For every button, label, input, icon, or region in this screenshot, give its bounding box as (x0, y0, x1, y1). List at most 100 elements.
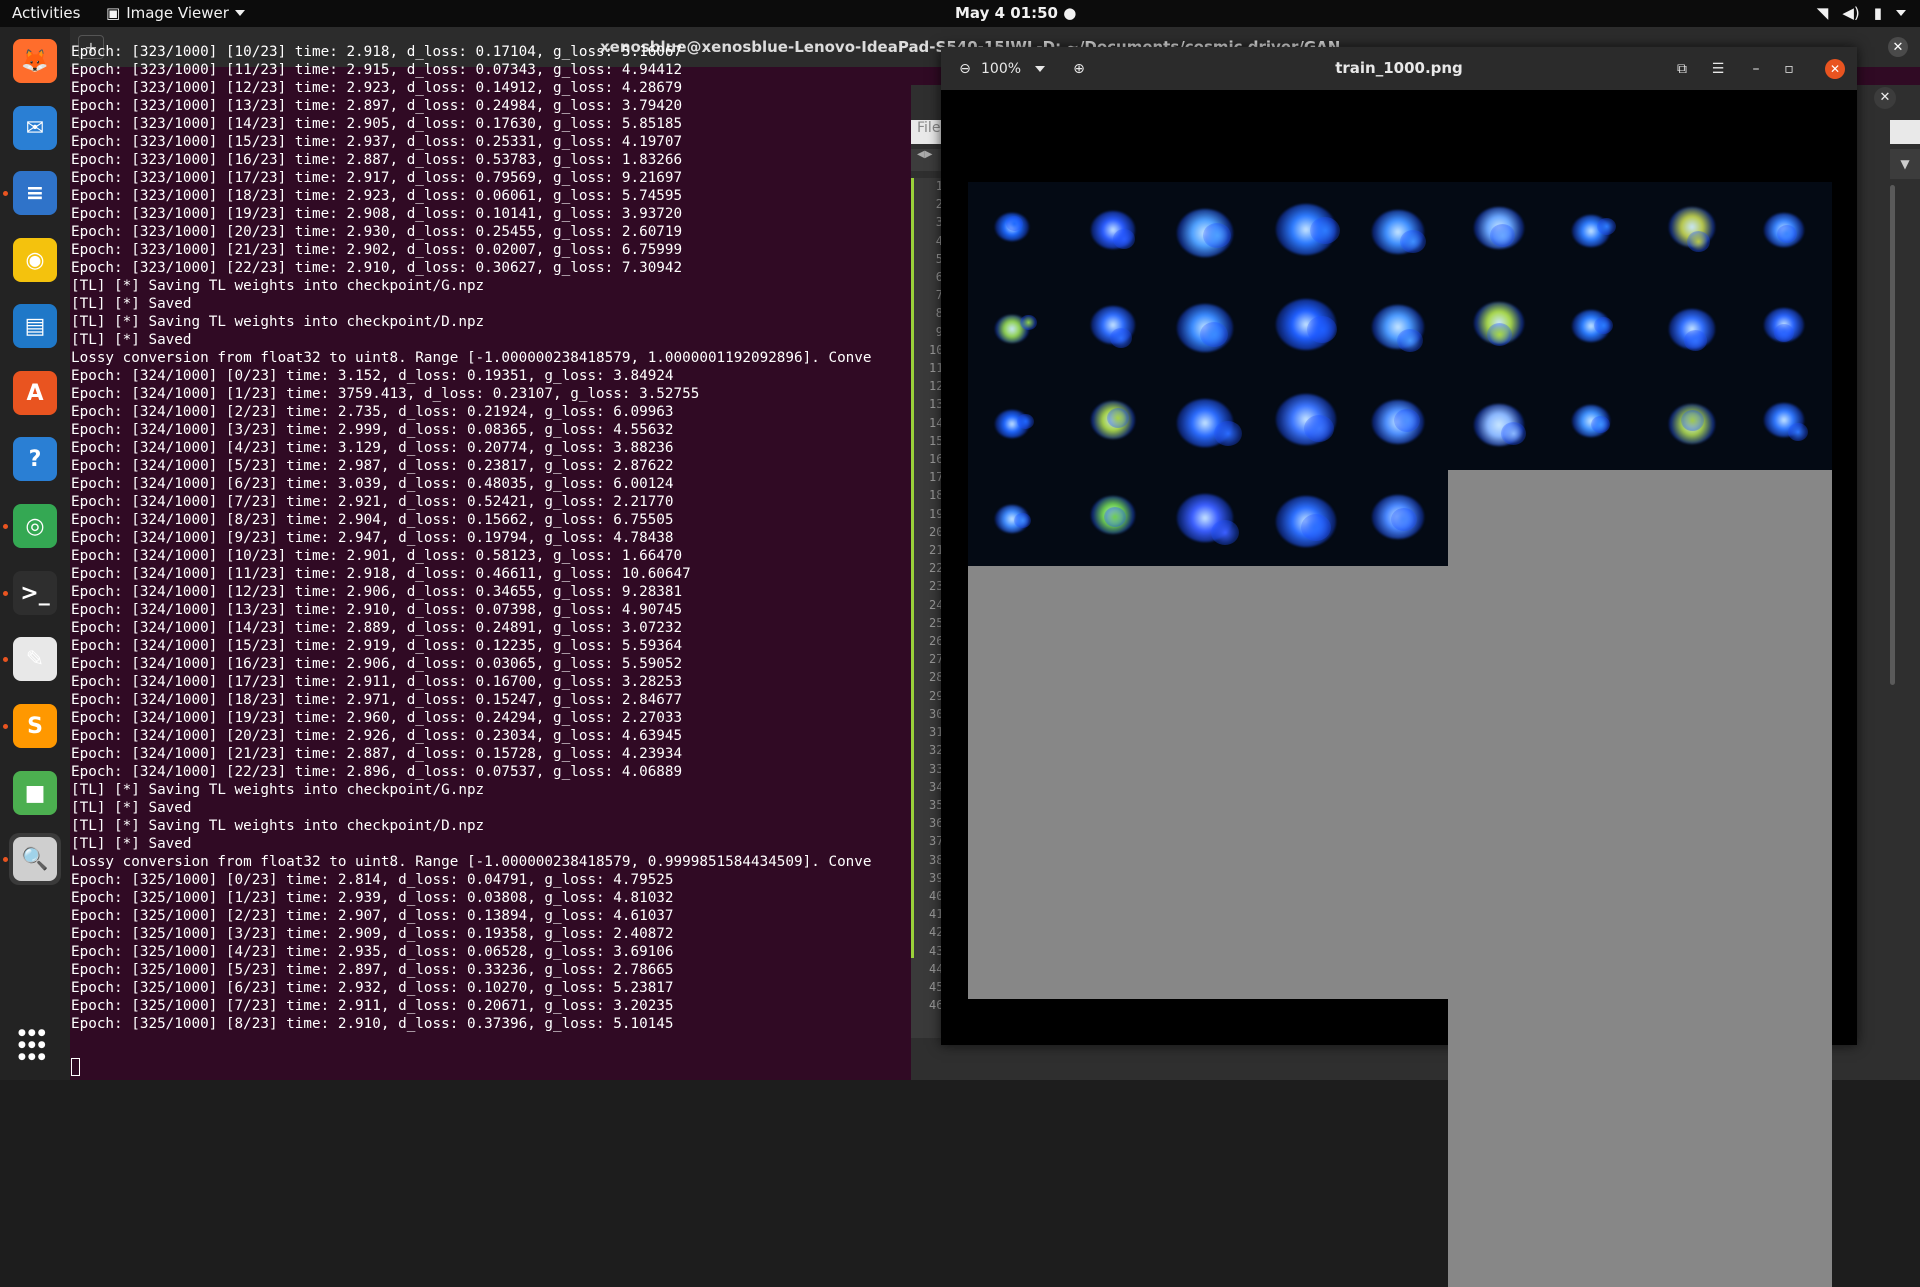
terminal-line: Lossy conversion from float32 to uint8. … (71, 854, 872, 870)
image-viewer-window[interactable]: ⊖ 100% ⊕ train_1000.png ⧉ ☰ – ▫ ✕ (941, 47, 1857, 1287)
volume-icon: ◀) (1842, 4, 1860, 22)
maximize-icon[interactable]: ▫ (1779, 56, 1799, 82)
rhythmbox-launcher[interactable]: ◉ (9, 234, 61, 286)
sample-blob-detail (1017, 414, 1034, 430)
generated-sample (1448, 182, 1544, 278)
editor-tab-arrows[interactable]: ◀▶ (911, 149, 945, 171)
editor-dropdown-icon[interactable]: ▼ (1890, 149, 1920, 179)
sample-blob-detail (1397, 329, 1423, 353)
minimize-icon[interactable]: – (1746, 56, 1766, 82)
thunderbird-launcher[interactable]: ✉ (9, 102, 61, 154)
generated-sample (1256, 470, 1352, 566)
generated-sample (1544, 182, 1640, 278)
terminal-output[interactable]: Epoch: [323/1000] [10/23] time: 2.918, d… (71, 43, 911, 1053)
terminal-line: Epoch: [323/1000] [19/23] time: 2.908, d… (71, 206, 683, 222)
editor-close-icon[interactable]: ✕ (1874, 87, 1896, 109)
terminal-line: Epoch: [323/1000] [20/23] time: 2.930, d… (71, 224, 683, 240)
terminal-line: Epoch: [323/1000] [21/23] time: 2.902, d… (71, 242, 683, 258)
text-editor-launcher[interactable]: ✎ (9, 633, 61, 685)
sample-blob-detail (1020, 315, 1037, 331)
generated-sample (1736, 182, 1832, 278)
terminal-line: Epoch: [323/1000] [22/23] time: 2.910, d… (71, 260, 683, 276)
terminal-line: Epoch: [323/1000] [11/23] time: 2.915, d… (71, 62, 683, 78)
running-indicator (3, 857, 8, 862)
notes-launcher[interactable]: ≡ (9, 167, 61, 219)
sample-blob-detail (1681, 410, 1704, 431)
chrome-icon: ◎ (13, 504, 57, 548)
image-viewer-launcher[interactable]: 🔍 (9, 833, 61, 885)
terminal-cursor (71, 1058, 80, 1076)
generated-sample (1256, 182, 1352, 278)
terminal-line: Epoch: [324/1000] [7/23] time: 2.921, d_… (71, 494, 674, 510)
chrome-launcher[interactable]: ◎ (9, 500, 61, 552)
terminal-line: [TL] [*] Saving TL weights into checkpoi… (71, 818, 485, 834)
sample-blob-detail (1487, 323, 1512, 346)
hamburger-menu-icon[interactable]: ☰ (1705, 56, 1731, 82)
generated-sample (1352, 470, 1448, 566)
rhythmbox-icon: ◉ (13, 238, 57, 282)
generated-sample (1736, 278, 1832, 374)
generated-sample (1352, 374, 1448, 470)
firefox-launcher[interactable]: 🦊 (9, 35, 61, 87)
system-menu-chevron-icon (1896, 10, 1906, 16)
terminal-line: Epoch: [325/1000] [0/23] time: 2.814, d_… (71, 872, 674, 888)
terminal-line: Epoch: [324/1000] [3/23] time: 2.999, d_… (71, 422, 674, 438)
text-editor-icon: ✎ (13, 637, 57, 681)
terminal-close-button[interactable]: ✕ (1888, 37, 1908, 57)
running-indicator (3, 591, 8, 596)
terminal-line: Epoch: [323/1000] [14/23] time: 2.905, d… (71, 116, 683, 132)
terminal-line: Epoch: [325/1000] [6/23] time: 2.932, d_… (71, 980, 674, 996)
sample-blob-detail (1104, 507, 1126, 527)
terminal-line: Epoch: [324/1000] [10/23] time: 2.901, d… (71, 548, 683, 564)
help-launcher[interactable]: ? (9, 433, 61, 485)
chevron-down-icon (234, 10, 245, 16)
sample-blob-detail (1203, 223, 1231, 249)
terminal-line: Epoch: [325/1000] [8/23] time: 2.910, d_… (71, 1016, 674, 1032)
editor-file-tab[interactable]: File (911, 120, 945, 144)
editor-scrollbar[interactable] (1890, 185, 1895, 685)
terminal-line: [TL] [*] Saved (71, 332, 192, 348)
terminal-line: Epoch: [324/1000] [11/23] time: 2.918, d… (71, 566, 691, 582)
app-menu-label: Image Viewer (126, 4, 229, 22)
sample-blob-detail (1777, 225, 1797, 243)
terminal-line: Epoch: [325/1000] [5/23] time: 2.897, d_… (71, 962, 674, 978)
terminal-line: Epoch: [324/1000] [6/23] time: 3.039, d_… (71, 476, 674, 492)
wifi-icon: ◥ (1816, 4, 1829, 22)
sample-blob-detail (1214, 421, 1242, 447)
generated-sample (1160, 182, 1256, 278)
image-canvas[interactable] (968, 137, 1832, 1287)
generated-sample (1160, 278, 1256, 374)
terminal-line: [TL] [*] Saved (71, 296, 192, 312)
sample-blob-detail (1687, 231, 1710, 252)
terminal-line: Lossy conversion from float32 to uint8. … (71, 350, 872, 366)
sample-blob-detail (1501, 422, 1526, 445)
terminal-line: Epoch: [323/1000] [18/23] time: 2.923, d… (71, 188, 683, 204)
fullscreen-icon[interactable]: ⧉ (1669, 56, 1695, 82)
terminal-line: Epoch: [324/1000] [8/23] time: 2.904, d_… (71, 512, 674, 528)
system-tray[interactable]: ◥ ◀) ▮ (1817, 4, 1906, 22)
generated-sample (968, 374, 1064, 470)
clock[interactable]: May 4 01:50 ● (955, 4, 1076, 22)
colors-app-launcher[interactable]: ■ (9, 767, 61, 819)
terminal-line: Epoch: [325/1000] [7/23] time: 2.911, d_… (71, 998, 674, 1014)
generated-sample (1256, 374, 1352, 470)
sublime-launcher[interactable]: S (9, 700, 61, 752)
terminal-line: Epoch: [323/1000] [10/23] time: 2.918, d… (71, 44, 683, 60)
sample-blob-detail (1684, 330, 1707, 351)
software-center-launcher[interactable]: A (9, 367, 61, 419)
show-applications-icon[interactable]: ●●● ●●● ●●● (18, 1027, 52, 1062)
terminal-line: [TL] [*] Saving TL weights into checkpoi… (71, 782, 485, 798)
terminal-icon: >_ (13, 571, 57, 615)
activities-button[interactable]: Activities (12, 4, 80, 22)
terminal-launcher[interactable]: >_ (9, 567, 61, 619)
writer-launcher[interactable]: ▤ (9, 300, 61, 352)
help-icon: ? (13, 437, 57, 481)
generated-sample (968, 182, 1064, 278)
thunderbird-icon: ✉ (13, 106, 57, 150)
generated-sample (1064, 470, 1160, 566)
viewer-close-button[interactable]: ✕ (1825, 59, 1845, 79)
app-menu[interactable]: ▣ Image Viewer (106, 4, 245, 22)
terminal-line: Epoch: [323/1000] [12/23] time: 2.923, d… (71, 80, 683, 96)
terminal-line: [TL] [*] Saved (71, 800, 192, 816)
generated-sample (1544, 374, 1640, 470)
